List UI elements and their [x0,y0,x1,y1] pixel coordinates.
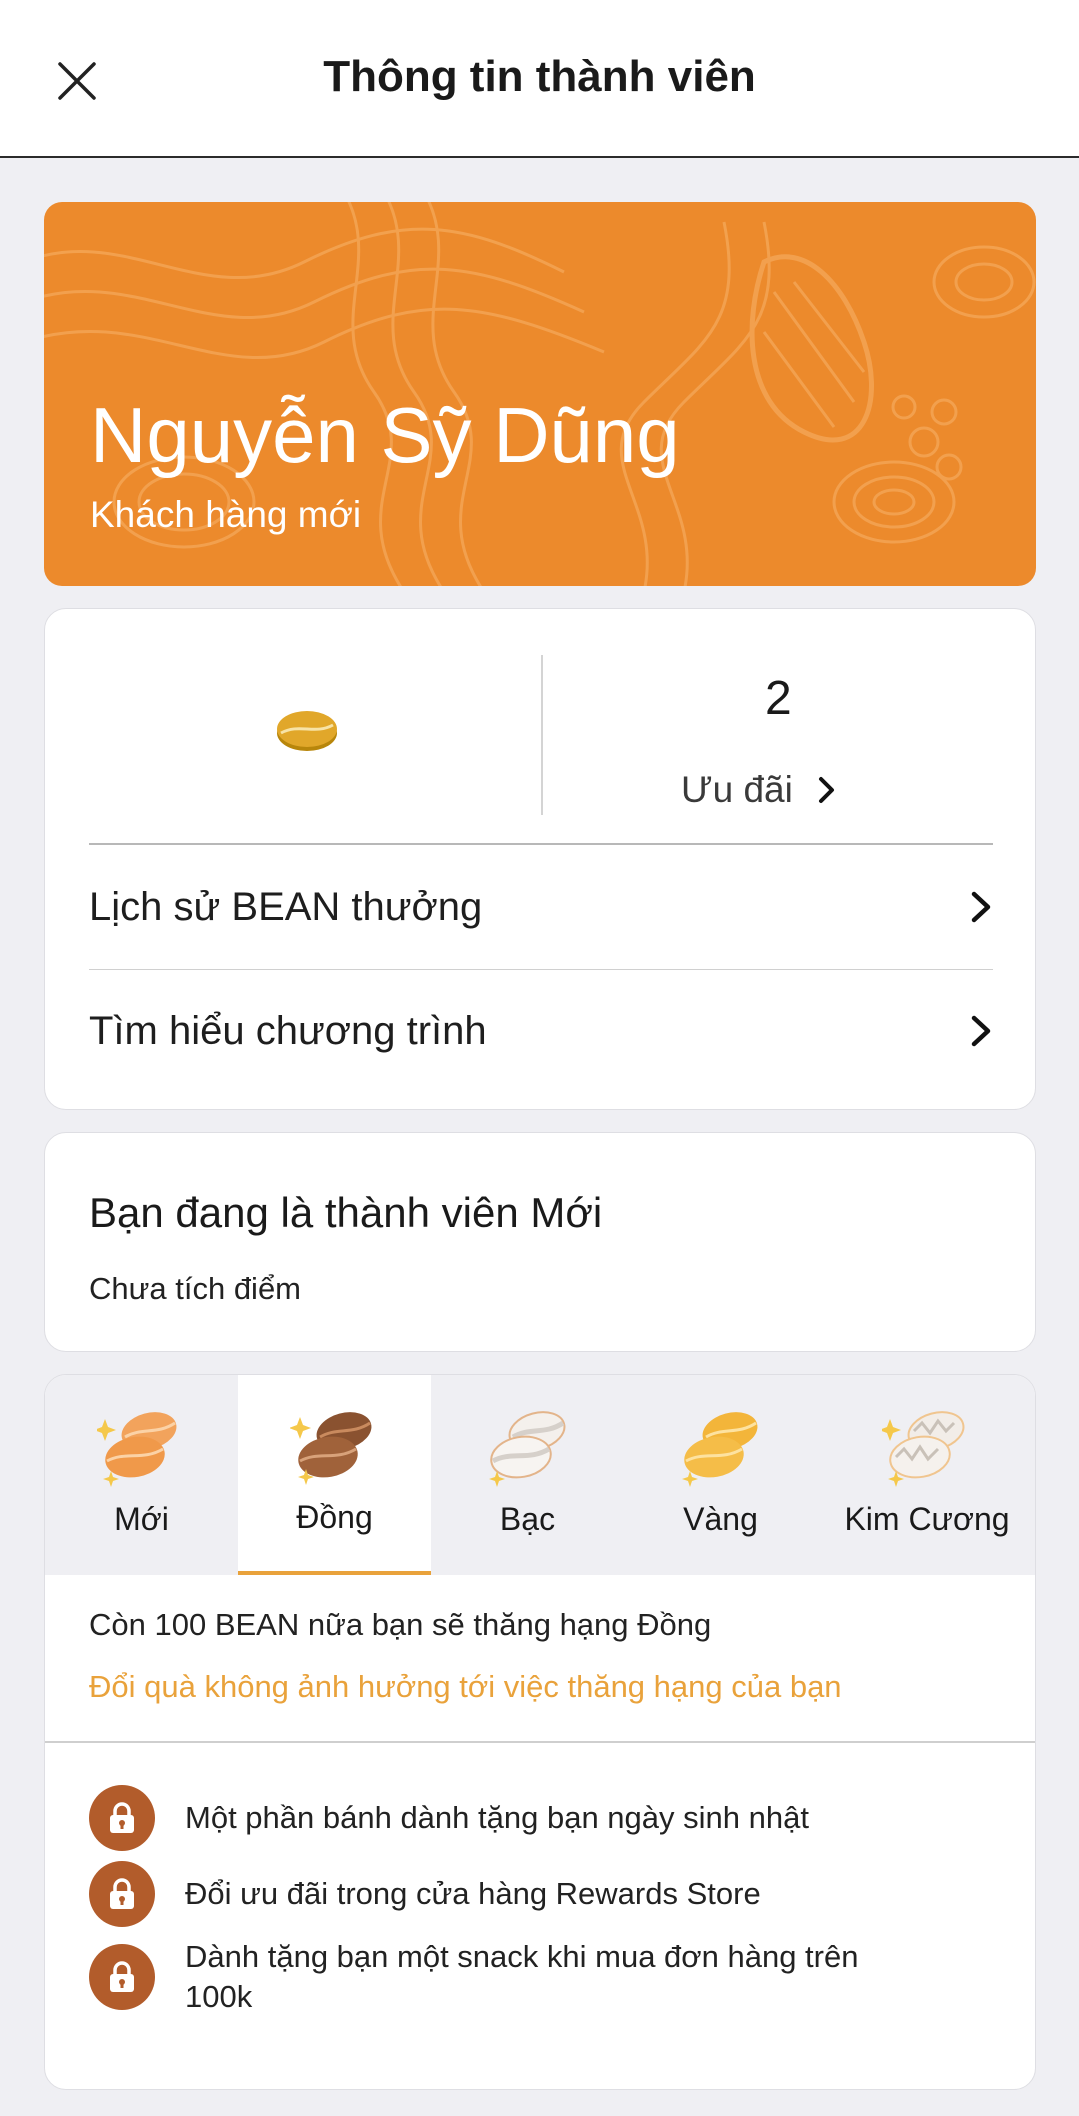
divider [89,843,993,845]
new-tier-beans-icon [96,1412,176,1487]
bean-history-label: Lịch sử BEAN thưởng [89,884,483,929]
program-info-label: Tìm hiểu chương trình [89,1008,487,1053]
tab-moi[interactable]: Mới [45,1375,238,1575]
benefit-text: Một phần bánh dành tặng bạn ngày sinh nh… [185,1800,809,1835]
benefit-item: Đổi ưu đãi trong cửa hàng Rewards Store [89,1861,989,1927]
member-tier-label: Khách hàng mới [90,494,362,535]
redeem-note: Đổi quà không ảnh hưởng tới việc thăng h… [89,1669,842,1704]
silver-tier-beans-icon [488,1411,565,1487]
tier-benefits-card: Mới Đồng Bạc Vàng Kim Cương Còn 100 BEAN… [44,1374,1036,2090]
chevron-right-icon [818,777,834,803]
membership-heading: Bạn đang là thành viên Mới [89,1189,603,1236]
chevron-right-icon [971,891,991,923]
tab-label: Vàng [683,1501,758,1537]
divider [45,1741,1035,1743]
membership-status-card: Bạn đang là thành viên Mới Chưa tích điể… [44,1132,1036,1352]
coffee-bean-icon [277,711,337,751]
tab-dong[interactable]: Đồng [238,1375,431,1575]
member-name: Nguyễn Sỹ Dũng [90,391,680,479]
tab-vang[interactable]: Vàng [624,1375,817,1575]
benefit-item: Một phần bánh dành tặng bạn ngày sinh nh… [89,1785,989,1851]
benefit-item: Dành tặng bạn một snack khi mua đơn hàng… [89,1937,989,2017]
tab-label: Mới [114,1501,169,1537]
rewards-summary-card: 2 Ưu đãi Lịch sử BEAN thưởng Tìm hiểu ch… [44,608,1036,1110]
chevron-right-icon [971,1015,991,1047]
tab-label: Kim Cương [844,1501,1010,1537]
top-bar: Thông tin thành viên [0,0,1079,158]
diamond-tier-beans-icon [882,1411,965,1487]
program-info-row[interactable]: Tìm hiểu chương trình [89,981,993,1081]
bean-history-row[interactable]: Lịch sử BEAN thưởng [89,857,993,957]
gold-tier-beans-icon [681,1412,757,1487]
offers-label: Ưu đãi [681,769,793,810]
tab-kim-cuong[interactable]: Kim Cương [817,1375,1035,1575]
lock-icon [89,1785,155,1851]
member-hero-card: Nguyễn Sỹ Dũng Khách hàng mới [44,202,1036,586]
bronze-tier-beans-icon [289,1412,371,1485]
active-tab-indicator [238,1571,431,1575]
divider [89,969,993,970]
points-status: Chưa tích điểm [89,1271,302,1306]
lock-icon [89,1861,155,1927]
upgrade-requirement: Còn 100 BEAN nữa bạn sẽ thăng hạng Đồng [89,1607,712,1642]
benefit-text: Dành tặng bạn một snack khi mua đơn hàng… [185,1939,859,2014]
benefit-text: Đổi ưu đãi trong cửa hàng Rewards Store [185,1876,761,1911]
tab-label: Bạc [499,1501,556,1537]
tab-bac[interactable]: Bạc [431,1375,624,1575]
tier-tabs: Mới Đồng Bạc Vàng Kim Cương [45,1375,1035,1575]
offers-link[interactable]: Ưu đãi [681,769,837,811]
offers-count: 2 [765,672,792,725]
vertical-divider [541,655,543,815]
tab-label: Đồng [296,1499,373,1535]
lock-icon [89,1944,155,2010]
page-title: Thông tin thành viên [323,52,756,101]
